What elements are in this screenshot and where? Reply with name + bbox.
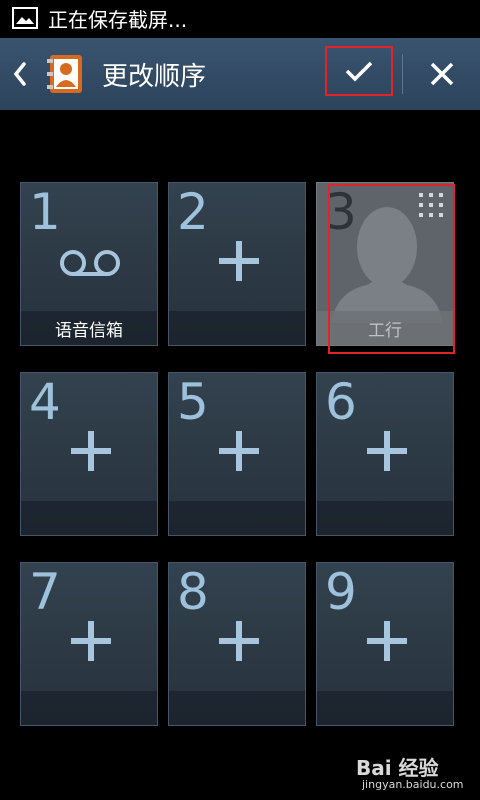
tile-number: 3 [325, 183, 357, 241]
watermark-logo: Bai 经验 [356, 756, 439, 780]
plus-icon [367, 621, 407, 661]
tile-label [317, 691, 453, 725]
page-title: 更改顺序 [102, 61, 207, 92]
tile-number: 4 [29, 373, 61, 431]
drag-handle-icon[interactable] [419, 193, 443, 217]
tile-label [21, 501, 157, 535]
chevron-left-icon [13, 62, 26, 86]
speed-dial-tile-4[interactable]: 4 [20, 372, 158, 536]
tile-label [169, 691, 305, 725]
done-button[interactable] [325, 46, 393, 96]
tile-number: 8 [177, 563, 209, 621]
action-divider [402, 54, 403, 94]
tile-label [21, 691, 157, 725]
tile-number: 2 [177, 183, 209, 241]
tile-number: 7 [29, 563, 61, 621]
tile-label [317, 501, 453, 535]
tile-number: 5 [177, 373, 209, 431]
back-button[interactable] [0, 38, 40, 110]
plus-icon [71, 431, 111, 471]
status-bar: 正在保存截屏... [0, 0, 480, 36]
image-icon [12, 7, 38, 29]
speed-dial-tile-8[interactable]: 8 [168, 562, 306, 726]
speed-dial-tile-5[interactable]: 5 [168, 372, 306, 536]
watermark-url: jingyan.baidu.com [362, 778, 464, 791]
close-icon [430, 62, 454, 86]
tile-label: 语音信箱 [21, 311, 157, 345]
tile-number: 6 [325, 373, 357, 431]
plus-icon [367, 431, 407, 471]
voicemail-icon [60, 250, 120, 276]
checkmark-icon [345, 61, 373, 82]
baidu-watermark: Bai 经验 jingyan.baidu.com [352, 742, 472, 792]
close-button[interactable] [414, 50, 470, 98]
status-text: 正在保存截屏... [48, 7, 188, 32]
speed-dial-tile-7[interactable]: 7 [20, 562, 158, 726]
tile-label [169, 501, 305, 535]
tile-number: 9 [325, 563, 357, 621]
plus-icon [71, 621, 111, 661]
action-bar: 更改顺序 [0, 38, 480, 110]
tile-label [169, 311, 305, 345]
contacts-app-icon [47, 55, 82, 93]
speed-dial-tile-3[interactable]: 3 工行 [316, 182, 454, 346]
tile-number: 1 [29, 183, 61, 241]
speed-dial-tile-9[interactable]: 9 [316, 562, 454, 726]
speed-dial-tile-6[interactable]: 6 [316, 372, 454, 536]
speed-dial-tile-1[interactable]: 1 语音信箱 [20, 182, 158, 346]
plus-icon [219, 241, 259, 281]
speed-dial-tile-2[interactable]: 2 [168, 182, 306, 346]
plus-icon [219, 431, 259, 471]
tile-label: 工行 [317, 311, 453, 345]
plus-icon [219, 621, 259, 661]
